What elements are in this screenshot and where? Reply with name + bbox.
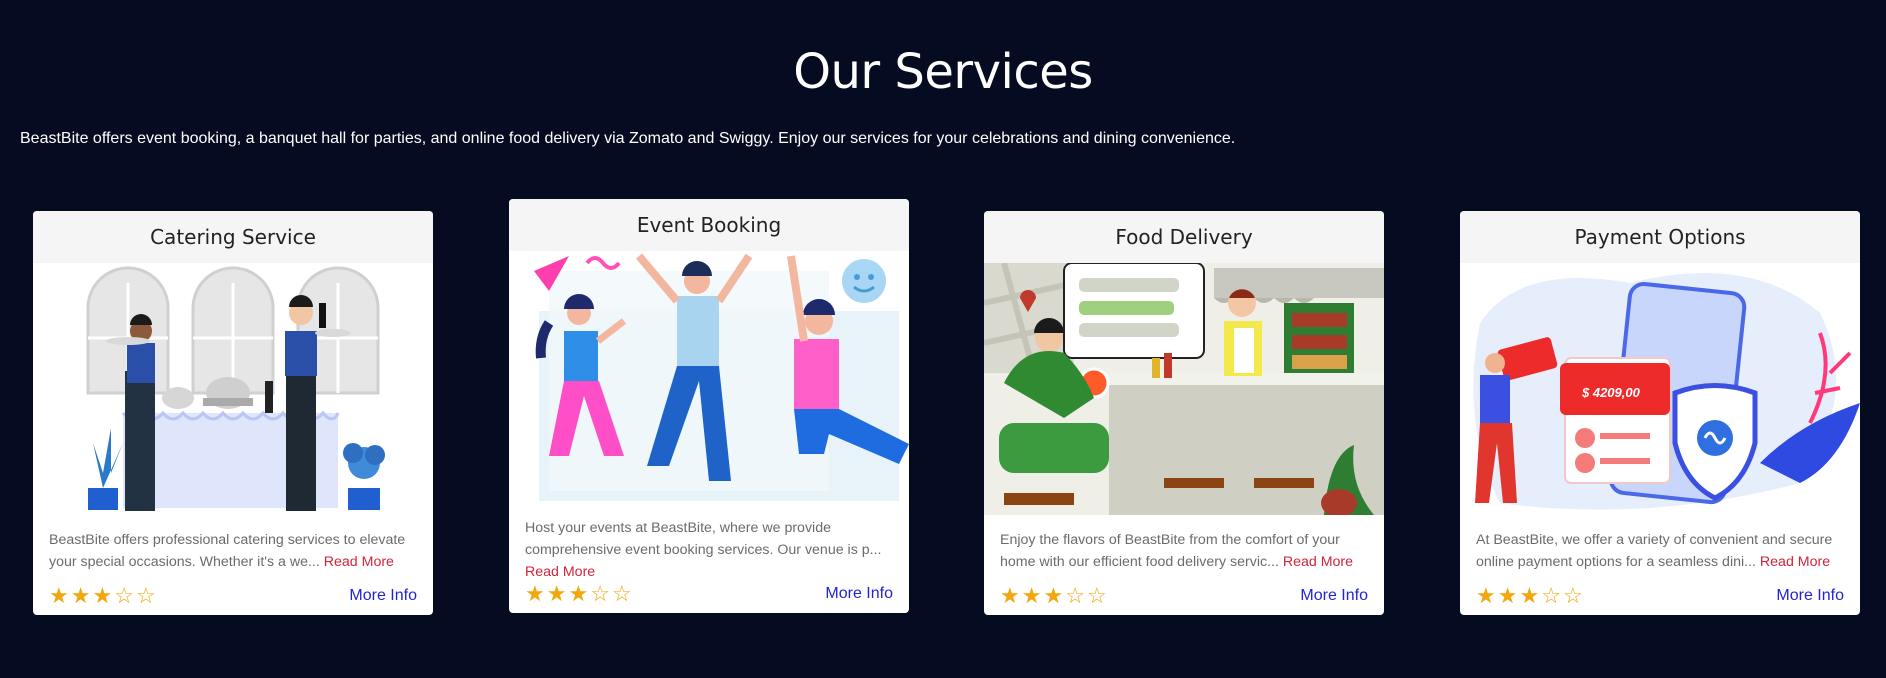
food-delivery-illustration — [984, 263, 1384, 515]
card-title: Food Delivery — [984, 211, 1384, 263]
card-description: BeastBite offers professional catering s… — [33, 515, 433, 577]
star-filled-icon: ★ — [1497, 583, 1520, 608]
star-filled-icon: ★ — [525, 581, 547, 606]
card-title: Payment Options — [1460, 211, 1860, 263]
star-rating: ★★★☆☆ — [1476, 583, 1585, 609]
star-rating: ★★★☆☆ — [49, 583, 158, 609]
read-more-link[interactable]: Read More — [1760, 554, 1830, 570]
more-info-link[interactable]: More Info — [349, 587, 417, 605]
star-empty-icon: ☆ — [1541, 583, 1563, 608]
service-card-catering: Catering Service BeastBite offers profes… — [33, 211, 433, 615]
read-more-link[interactable]: Read More — [1283, 554, 1353, 570]
star-filled-icon: ★ — [1021, 583, 1044, 608]
event-booking-illustration — [509, 251, 909, 503]
star-rating: ★★★☆☆ — [1000, 583, 1109, 609]
star-empty-icon: ☆ — [590, 581, 612, 606]
star-empty-icon: ☆ — [1086, 583, 1109, 608]
service-card-payment-options: Payment Options $ 4209,00 At BeastBite, … — [1460, 211, 1860, 615]
section-title: Our Services — [793, 44, 1093, 100]
star-empty-icon: ☆ — [1065, 583, 1087, 608]
section-subtitle: BeastBite offers event booking, a banque… — [20, 130, 1236, 147]
star-filled-icon: ★ — [1476, 583, 1498, 608]
catering-illustration — [33, 263, 433, 515]
star-empty-icon: ☆ — [114, 583, 136, 608]
service-card-food-delivery: Food Delivery Enjoy the flavors of Beast… — [984, 211, 1384, 615]
payment-options-illustration: $ 4209,00 — [1460, 263, 1860, 515]
more-info-link[interactable]: More Info — [825, 585, 893, 603]
card-description: Enjoy the flavors of BeastBite from the … — [984, 515, 1384, 577]
star-filled-icon: ★ — [1519, 583, 1542, 608]
service-card-event-booking: Event Booking Host your events at BeastB… — [509, 199, 909, 613]
read-more-link[interactable]: Read More — [525, 564, 595, 580]
star-filled-icon: ★ — [1000, 583, 1022, 608]
more-info-link[interactable]: More Info — [1776, 587, 1844, 605]
card-title: Event Booking — [509, 199, 909, 251]
star-empty-icon: ☆ — [135, 583, 158, 608]
card-description: At BeastBite, we offer a variety of conv… — [1460, 515, 1860, 577]
star-filled-icon: ★ — [568, 581, 591, 606]
star-rating: ★★★☆☆ — [525, 581, 634, 607]
star-filled-icon: ★ — [546, 581, 569, 606]
star-empty-icon: ☆ — [611, 581, 634, 606]
star-filled-icon: ★ — [49, 583, 71, 608]
star-empty-icon: ☆ — [1562, 583, 1585, 608]
star-filled-icon: ★ — [92, 583, 115, 608]
card-description: Host your events at BeastBite, where we … — [509, 503, 909, 580]
card-description-text: Host your events at BeastBite, where we … — [525, 520, 882, 558]
payment-amount: $ 4209,00 — [1581, 385, 1641, 400]
star-filled-icon: ★ — [70, 583, 93, 608]
read-more-link[interactable]: Read More — [324, 554, 394, 570]
card-title: Catering Service — [33, 211, 433, 263]
star-filled-icon: ★ — [1043, 583, 1066, 608]
more-info-link[interactable]: More Info — [1300, 587, 1368, 605]
